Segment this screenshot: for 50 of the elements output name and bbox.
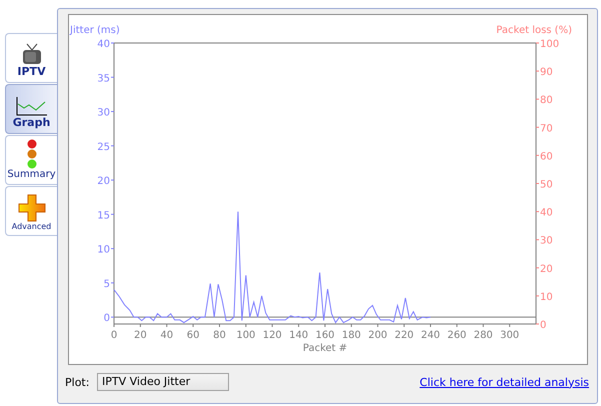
tick-label: 100 xyxy=(236,330,256,341)
tick-label: 240 xyxy=(420,330,440,341)
tick-label: 10 xyxy=(97,244,110,256)
plot-field[interactable]: IPTV Video Jitter xyxy=(97,373,229,391)
tick-label: 0 xyxy=(110,330,118,341)
tick-label: 20 xyxy=(540,264,553,275)
tab[interactable]: Summary xyxy=(5,135,57,185)
tick-label: 30 xyxy=(97,108,110,119)
tab[interactable]: IPTV xyxy=(5,33,57,83)
axis-title: Jitter (ms) xyxy=(70,25,120,36)
axis-title: Packet loss (%) xyxy=(496,25,572,36)
axis-title: Packet # xyxy=(302,343,348,354)
tick-label: 35 xyxy=(97,73,110,84)
tick-label: 80 xyxy=(213,330,226,341)
tick-label: 100 xyxy=(540,39,560,50)
tick-label: 120 xyxy=(262,330,282,341)
tick-label: 180 xyxy=(342,330,361,341)
tick-label: 40 xyxy=(97,39,110,50)
tick-label: 90 xyxy=(540,67,553,78)
tick-label: 80 xyxy=(540,95,553,106)
tick-label: 10 xyxy=(540,292,553,303)
tick-label: 40 xyxy=(540,208,553,219)
line-graph-icon xyxy=(16,96,48,116)
plot-label: Plot: xyxy=(65,376,90,388)
tick-label: 50 xyxy=(540,180,553,190)
tick-label: 40 xyxy=(160,330,174,341)
tick-label: 200 xyxy=(368,330,388,341)
tick-label: 300 xyxy=(500,330,520,341)
tab[interactable]: Graph xyxy=(5,84,57,134)
tick-label: 5 xyxy=(104,278,110,290)
tick-label: 70 xyxy=(540,123,553,134)
traffic-light-icon xyxy=(26,139,38,169)
plus-icon xyxy=(18,194,46,222)
tick-label: 20 xyxy=(97,176,110,188)
tv-icon xyxy=(22,43,42,65)
tick-label: 260 xyxy=(447,330,466,341)
tick-label: 60 xyxy=(186,330,200,341)
tick-label: 15 xyxy=(97,210,110,222)
tick-label: 140 xyxy=(289,330,308,341)
analysis-link[interactable]: Click here for detailed analysis xyxy=(420,376,589,388)
tick-label: 60 xyxy=(540,151,553,162)
tick-label: 280 xyxy=(474,330,493,341)
tick-label: 220 xyxy=(394,330,414,341)
tab[interactable]: Advanced xyxy=(5,186,57,236)
tick-label: 0 xyxy=(540,320,546,331)
tick-label: 20 xyxy=(134,330,147,341)
tick-label: 160 xyxy=(315,330,335,341)
tick-label: 30 xyxy=(540,236,553,247)
tick-label: 25 xyxy=(97,142,110,153)
tick-label: 0 xyxy=(104,313,110,324)
